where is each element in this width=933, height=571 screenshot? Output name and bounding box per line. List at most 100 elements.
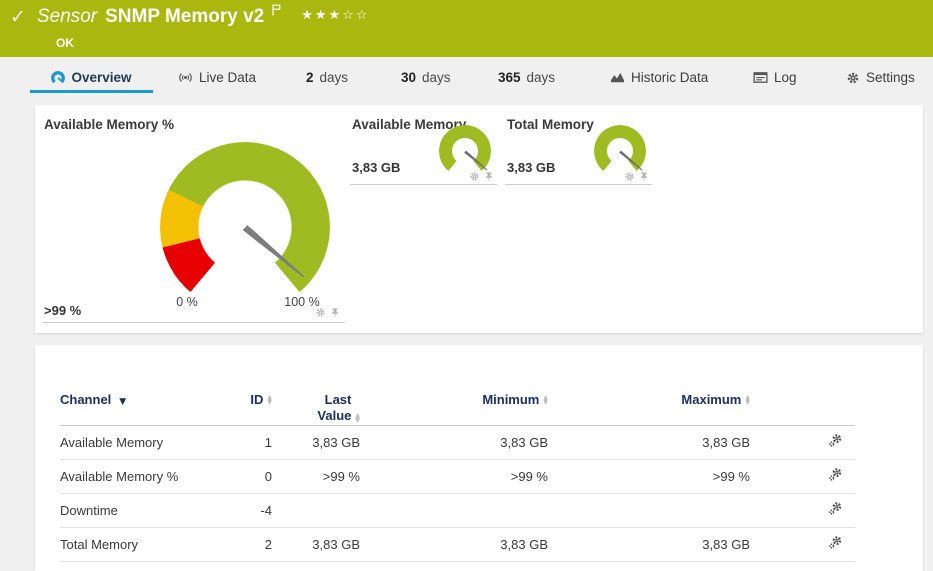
table-row: Downtime -4 — [60, 493, 855, 527]
check-icon: ✓ — [10, 8, 26, 27]
tab-historic-data[interactable]: Historic Data — [610, 70, 708, 85]
gauge-available-memory-pct — [160, 142, 330, 312]
tab-settings[interactable]: Settings — [846, 70, 915, 85]
channel-last-value: >99 % — [272, 459, 360, 493]
gauge-title: Available Memory % — [44, 117, 174, 132]
tab-30-days-number: 30 — [401, 70, 416, 85]
tab-2-days-number: 2 — [306, 70, 314, 85]
gauge-icon — [51, 71, 65, 85]
column-header-last-value[interactable]: Last Value ▲▼ — [272, 345, 360, 425]
tile-gear-icon[interactable] — [469, 171, 480, 182]
gauge-available-memory — [439, 125, 491, 177]
tile-pin-icon[interactable] — [639, 171, 649, 182]
channel-maximum: 3,83 GB — [548, 527, 750, 561]
active-tab-indicator — [30, 90, 153, 93]
tab-historic-data-label: Historic Data — [631, 70, 708, 85]
gauge-ring — [160, 142, 330, 312]
channel-minimum — [360, 493, 548, 527]
edit-channel-gears-icon[interactable] — [828, 433, 843, 448]
log-list-icon — [753, 70, 768, 85]
sensor-name: SNMP Memory v2 — [105, 6, 264, 28]
channel-last-value: 3,83 GB — [272, 425, 360, 459]
sensor-status-header: ✓ Sensor SNMP Memory v2 ★★★☆☆ OK — [0, 0, 933, 57]
tab-365-days-number: 365 — [498, 70, 521, 85]
broadcast-icon — [178, 70, 193, 85]
edit-channel-gears-icon[interactable] — [828, 467, 843, 482]
tab-bar: Overview Live Data 2 days 30 days 365 da… — [0, 57, 933, 100]
gauge-ring — [439, 125, 491, 177]
channel-name: Available Memory % — [60, 459, 210, 493]
stars-empty-icon[interactable]: ☆☆ — [342, 8, 369, 23]
tab-2-days-unit: days — [320, 70, 349, 85]
gear-icon — [846, 71, 860, 85]
stars-filled-icon[interactable]: ★★★ — [301, 8, 342, 23]
tab-365-days[interactable]: 365 days — [498, 70, 555, 85]
gauge-tile-available-memory: Available Memory 3,83 GB — [350, 105, 497, 185]
table-header-row: Channel▼ ID▲▼ Last Value▲▼ Minimum▲▼ Max — [60, 345, 855, 425]
tile-pin-icon[interactable] — [330, 307, 340, 318]
channel-id: 1 — [210, 425, 272, 459]
channel-name: Available Memory — [60, 425, 210, 459]
channel-last-value — [272, 493, 360, 527]
column-header-maximum[interactable]: Maximum ▲▼ — [548, 345, 750, 425]
priority-flag-icon[interactable] — [272, 3, 281, 21]
tab-log-label: Log — [774, 70, 797, 85]
sort-icon: ▲▼ — [267, 395, 272, 405]
gauge-value: 3,83 GB — [352, 160, 400, 175]
edit-channel-gears-icon[interactable] — [828, 535, 843, 550]
table-row: Available Memory 1 3,83 GB 3,83 GB 3,83 … — [60, 425, 855, 459]
channel-id: 0 — [210, 459, 272, 493]
sensor-title-row: ✓ Sensor SNMP Memory v2 ★★★☆☆ — [10, 6, 370, 28]
sort-direction-icon: ▼ — [119, 397, 126, 407]
channel-maximum: >99 % — [548, 459, 750, 493]
gauge-value: 3,83 GB — [507, 160, 555, 175]
tab-settings-label: Settings — [866, 70, 915, 85]
gauge-title: Total Memory — [507, 117, 594, 132]
tile-gear-icon[interactable] — [315, 307, 326, 318]
column-header-channel[interactable]: Channel ▼ — [60, 345, 210, 425]
channel-maximum — [548, 493, 750, 527]
gauge-tile-available-memory-pct: Available Memory % 0 % 100 % >99 % — [42, 105, 345, 323]
channel-minimum: 3,83 GB — [360, 425, 548, 459]
gauges-panel: Available Memory % 0 % 100 % >99 % Avail… — [35, 105, 923, 333]
tab-overview-label: Overview — [71, 70, 131, 85]
object-kind-label: Sensor — [37, 6, 97, 28]
channel-maximum: 3,83 GB — [548, 425, 750, 459]
tab-30-days[interactable]: 30 days — [401, 70, 451, 85]
gauge-min-label: 0 % — [167, 295, 207, 309]
edit-channel-gears-icon[interactable] — [828, 501, 843, 516]
channel-minimum: >99 % — [360, 459, 548, 493]
gauge-ring — [594, 125, 646, 177]
channels-panel: Channel▼ ID▲▼ Last Value▲▼ Minimum▲▼ Max — [35, 345, 923, 571]
sort-icon: ▲▼ — [745, 395, 750, 405]
gauge-value: >99 % — [44, 303, 81, 318]
tab-overview[interactable]: Overview — [30, 70, 153, 85]
column-header-id[interactable]: ID▲▼ — [210, 345, 272, 425]
prtg-sensor-page: ✓ Sensor SNMP Memory v2 ★★★☆☆ OK Overvie… — [0, 0, 933, 571]
column-header-channel-label: Channel — [60, 392, 111, 407]
column-header-edit — [750, 345, 855, 425]
tab-365-days-unit: days — [527, 70, 556, 85]
sort-icon: ▲▼ — [355, 413, 360, 423]
tile-pin-icon[interactable] — [484, 171, 494, 182]
table-row: Available Memory % 0 >99 % >99 % >99 % — [60, 459, 855, 493]
priority-stars[interactable]: ★★★☆☆ — [301, 8, 369, 23]
channel-last-value: 3,83 GB — [272, 527, 360, 561]
gauge-tile-total-memory: Total Memory 3,83 GB — [505, 105, 652, 185]
tab-live-data-label: Live Data — [199, 70, 256, 85]
table-row: Total Memory 2 3,83 GB 3,83 GB 3,83 GB — [60, 527, 855, 561]
tab-2-days[interactable]: 2 days — [306, 70, 348, 85]
sort-icon: ▲▼ — [543, 395, 548, 405]
tile-gear-icon[interactable] — [624, 171, 635, 182]
column-header-maximum-label: Maximum — [681, 392, 741, 407]
channel-name: Downtime — [60, 493, 210, 527]
tab-live-data[interactable]: Live Data — [178, 70, 256, 85]
tab-log[interactable]: Log — [753, 70, 797, 85]
column-header-minimum-label: Minimum — [482, 392, 539, 407]
tab-30-days-unit: days — [422, 70, 451, 85]
channels-table: Channel▼ ID▲▼ Last Value▲▼ Minimum▲▼ Max — [60, 345, 855, 562]
channel-minimum: 3,83 GB — [360, 527, 548, 561]
channel-name: Total Memory — [60, 527, 210, 561]
column-header-last-value-label: Last Value — [307, 392, 351, 425]
column-header-minimum[interactable]: Minimum ▲▼ — [360, 345, 548, 425]
